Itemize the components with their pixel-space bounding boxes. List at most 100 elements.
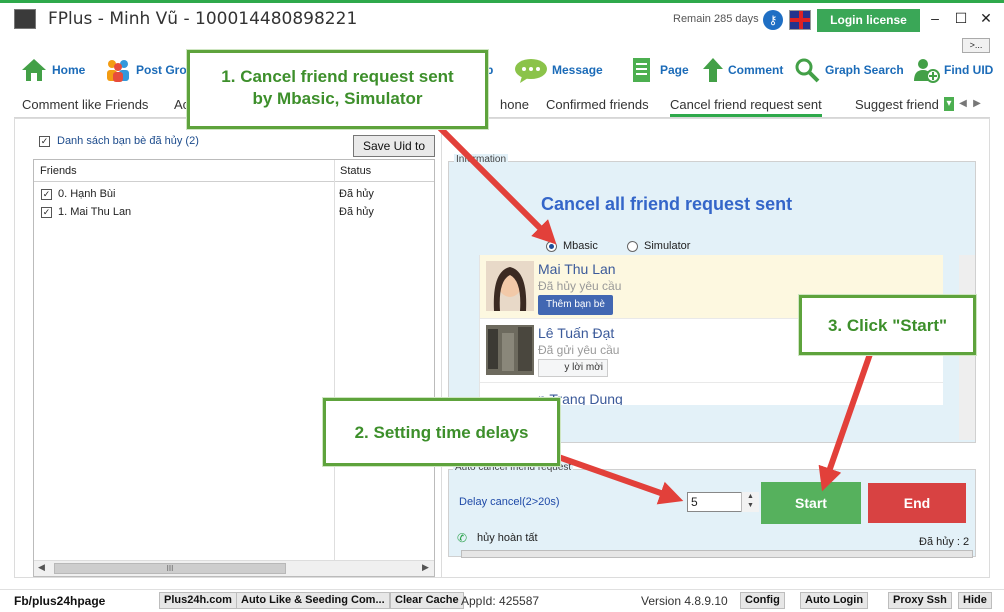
tab-suggest-friend[interactable]: Suggest friend [855, 97, 939, 112]
callout-step-1: 1. Cancel friend request sent by Mbasic,… [187, 50, 488, 129]
menu-find-uid[interactable]: Find UID [912, 54, 993, 86]
menu-message-label: Message [552, 63, 603, 77]
menu-comment[interactable]: Comment [702, 54, 783, 86]
avatar [486, 325, 534, 375]
tab-confirmed-friends[interactable]: Confirmed friends [546, 97, 649, 112]
auto-cancel-group: Auto cancel friend request Delay cancel(… [448, 462, 976, 558]
friends-list-panel: ✓ Danh sách bạn bè đã hủy (2) Save Uid t… [14, 118, 445, 578]
phone-icon: ✆ [457, 531, 468, 545]
table-row[interactable]: ✓ 0. Hạnh Bùi Đã hủy [34, 186, 434, 203]
login-license-button[interactable]: Login license [817, 9, 920, 32]
preview-name[interactable]: Mai Thu Lan [538, 261, 616, 277]
menu-find-uid-label: Find UID [944, 63, 994, 77]
table-row[interactable]: ✓ 1. Mai Thu Lan Đã hủy [34, 204, 434, 221]
col-status[interactable]: Status [340, 165, 371, 177]
home-icon [20, 57, 48, 83]
progress-bar [461, 550, 973, 558]
plus24h-button[interactable]: Plus24h.com [159, 592, 237, 609]
option-simulator-label: Simulator [644, 240, 691, 252]
add-friend-button[interactable]: Thêm bạn bè [538, 295, 613, 315]
main-menu: Home Post Gro p Message Page Comment Gra… [0, 54, 1004, 88]
config-button[interactable]: Config [740, 592, 785, 609]
more-button[interactable]: >... [962, 38, 990, 53]
option-mbasic-label: Mbasic [563, 240, 598, 252]
row-status: Đã hủy [339, 206, 374, 218]
group-icon [104, 57, 132, 83]
information-label: Information [454, 154, 509, 165]
preview-name[interactable]: Lê Tuấn Đạt [538, 325, 614, 341]
save-uid-button[interactable]: Save Uid to [353, 135, 435, 157]
cancelled-count: Đã hủy : 2 [919, 536, 970, 548]
menu-post-group[interactable]: Post Gro [104, 54, 187, 86]
chat-icon [514, 57, 548, 83]
row-checkbox-icon[interactable]: ✓ [41, 206, 52, 218]
avatar [486, 261, 534, 311]
up-arrow-icon [702, 57, 724, 83]
delay-stepper[interactable]: ▲ ▼ [741, 492, 759, 512]
tab-cancel-friend-request-sent[interactable]: Cancel friend request sent [670, 97, 822, 117]
row-name: 0. Hạnh Bùi [58, 188, 116, 200]
scroll-right-icon[interactable]: ▶ [422, 562, 429, 573]
menu-page[interactable]: Page [628, 54, 689, 86]
search-icon [793, 57, 821, 83]
radio-unselected-icon[interactable] [627, 240, 638, 252]
scroll-thumb[interactable]: III [54, 563, 286, 574]
option-simulator[interactable]: Simulator [627, 240, 690, 252]
menu-message[interactable]: Message [514, 54, 603, 86]
scroll-left-icon[interactable]: ◀ [38, 562, 45, 573]
horizontal-scrollbar[interactable]: ◀ III ▶ [34, 560, 434, 576]
clear-cache-button[interactable]: Clear Cache [390, 592, 464, 609]
menu-page-label: Page [660, 63, 689, 77]
cancel-all-title: Cancel all friend request sent [541, 194, 793, 214]
minimize-icon[interactable]: – [926, 9, 944, 27]
add-user-icon [912, 57, 940, 83]
uk-flag-icon[interactable] [789, 10, 811, 30]
cancelled-friends-toggle[interactable]: ✓ Danh sách bạn bè đã hủy (2) [39, 135, 199, 147]
app-icon [14, 9, 36, 29]
option-mbasic[interactable]: Mbasic [546, 240, 598, 252]
menu-comment-label: Comment [728, 63, 784, 77]
friends-grid: Friends Status ✓ 0. Hạnh Bùi Đã hủy ✓ 1. M… [33, 159, 435, 577]
checkbox-checked-icon[interactable]: ✓ [39, 135, 50, 147]
callout-step-2: 2. Setting time delays [323, 398, 560, 466]
status-bar: Fb/plus24hpage Plus24h.com Auto Like & S… [0, 589, 1004, 612]
menu-home-label: Home [52, 63, 86, 77]
start-button[interactable]: Start [761, 482, 861, 524]
tab-comment-like-friends[interactable]: Comment like Friends [22, 97, 148, 112]
app-id: AppId: 425587 [461, 594, 540, 608]
delay-label: Delay cancel(2>20s) [459, 496, 560, 508]
preview-sub: Đã gửi yêu cầu [538, 343, 620, 357]
row-name: 1. Mai Thu Lan [58, 206, 132, 218]
end-button[interactable]: End [868, 483, 966, 523]
grid-header: Friends Status [34, 160, 434, 182]
tab-partial-phone[interactable]: hone [500, 97, 529, 112]
version: Version 4.8.9.10 [641, 594, 728, 608]
menu-home[interactable]: Home [20, 54, 85, 86]
tab-scroll-right-icon[interactable]: ▶ [972, 97, 982, 111]
window-title: FPlus - Minh Vũ - 100014480898221 [48, 9, 358, 29]
auto-login-button[interactable]: Auto Login [800, 592, 869, 609]
document-icon [628, 57, 656, 83]
preview-sub: Đã hủy yêu cầu [538, 279, 622, 293]
proxy-ssh-button[interactable]: Proxy Ssh [888, 592, 952, 609]
radio-selected-icon[interactable] [546, 240, 557, 252]
tab-scroll-left-icon[interactable]: ◀ [958, 97, 968, 111]
stepper-down-icon[interactable]: ▼ [742, 501, 759, 510]
close-icon[interactable]: ✕ [977, 9, 995, 27]
fb-page-link[interactable]: Fb/plus24hpage [14, 594, 105, 608]
auto-like-button[interactable]: Auto Like & Seeding Com... [236, 592, 390, 609]
col-friends[interactable]: Friends [40, 165, 77, 177]
cancelled-friends-label: Danh sách bạn bè đã hủy (2) [57, 135, 199, 147]
stepper-up-icon[interactable]: ▲ [742, 492, 759, 501]
menu-graph-search[interactable]: Graph Search [793, 54, 904, 86]
reply-request-button[interactable]: y lời mời [538, 359, 608, 377]
row-status: Đã hủy [339, 188, 374, 200]
maximize-icon[interactable]: ☐ [952, 9, 970, 27]
title-bar: FPlus - Minh Vũ - 100014480898221 Remain… [0, 3, 1004, 33]
tab-menu-icon[interactable]: ▾ [944, 97, 954, 111]
hide-button[interactable]: Hide [958, 592, 992, 609]
menu-post-group-label: Post Gro [136, 63, 187, 77]
row-checkbox-icon[interactable]: ✓ [41, 188, 52, 200]
status-text: hủy hoàn tất [477, 532, 538, 544]
key-icon[interactable]: ⚷ [763, 10, 783, 30]
